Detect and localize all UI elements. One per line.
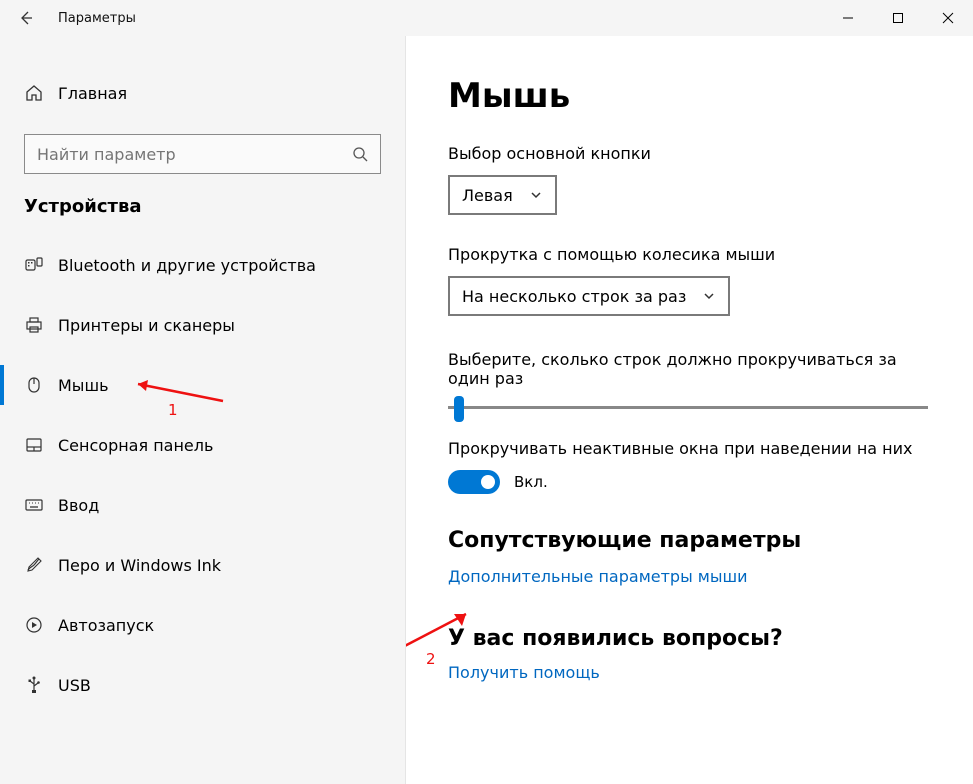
sidebar-home-label: Главная [58,84,127,103]
search-input[interactable] [37,145,350,164]
sidebar-item-label: Сенсорная панель [58,436,213,455]
keyboard-icon [24,495,58,515]
minimize-icon [842,12,854,24]
sidebar-item-usb[interactable]: USB [0,655,405,715]
toggle-knob [481,475,495,489]
search-box[interactable] [24,134,381,174]
inactive-scroll-toggle[interactable] [448,470,500,494]
pen-icon [24,555,58,575]
sidebar-item-label: Ввод [58,496,99,515]
lines-per-scroll-label: Выберите, сколько строк должно прокручив… [448,350,931,388]
content-pane: Мышь Выбор основной кнопки Левая Прокрут… [405,36,973,784]
related-heading: Сопутствующие параметры [448,528,931,553]
primary-button-label: Выбор основной кнопки [448,144,931,163]
sidebar-item-mouse[interactable]: Мышь [0,355,405,415]
get-help-link[interactable]: Получить помощь [448,663,600,682]
maximize-button[interactable] [873,0,923,36]
inactive-scroll-label: Прокручивать неактивные окна при наведен… [448,439,931,458]
primary-button-value: Левая [462,186,513,205]
minimize-button[interactable] [823,0,873,36]
slider-thumb[interactable] [454,396,464,422]
page-title: Мышь [448,76,931,116]
titlebar: Параметры [0,0,973,36]
search-icon [350,146,370,162]
additional-mouse-options-link[interactable]: Дополнительные параметры мыши [448,567,748,586]
chevron-down-icon [702,289,716,303]
sidebar-item-printers[interactable]: Принтеры и сканеры [0,295,405,355]
maximize-icon [892,12,904,24]
touchpad-icon [24,435,58,455]
sidebar-item-typing[interactable]: Ввод [0,475,405,535]
wheel-scroll-select[interactable]: На несколько строк за раз [448,276,730,316]
primary-button-select[interactable]: Левая [448,175,557,215]
printer-icon [24,315,58,335]
usb-icon [24,675,58,695]
chevron-down-icon [529,188,543,202]
sidebar-item-bluetooth[interactable]: Bluetooth и другие устройства [0,235,405,295]
bluetooth-devices-icon [24,255,58,275]
wheel-scroll-label: Прокрутка с помощью колесика мыши [448,245,931,264]
sidebar-item-label: Перо и Windows Ink [58,556,221,575]
sidebar-home[interactable]: Главная [0,68,405,118]
close-icon [942,12,954,24]
back-button[interactable] [0,0,52,36]
inactive-scroll-state: Вкл. [514,473,548,491]
home-icon [24,83,58,103]
lines-per-scroll-slider[interactable] [448,406,928,409]
sidebar-item-label: Автозапуск [58,616,154,635]
autoplay-icon [24,615,58,635]
sidebar-item-label: Мышь [58,376,109,395]
sidebar: Главная Устройства Bluetooth и другие ус… [0,36,405,784]
annotation-label-2: 2 [426,650,436,668]
back-arrow-icon [18,10,34,26]
window-title: Параметры [52,11,823,26]
sidebar-item-label: USB [58,676,91,695]
mouse-icon [24,375,58,395]
questions-heading: У вас появились вопросы? [448,626,931,651]
sidebar-item-pen[interactable]: Перо и Windows Ink [0,535,405,595]
sidebar-item-touchpad[interactable]: Сенсорная панель [0,415,405,475]
wheel-scroll-value: На несколько строк за раз [462,287,686,306]
sidebar-item-label: Bluetooth и другие устройства [58,256,316,275]
close-button[interactable] [923,0,973,36]
sidebar-section-label: Устройства [0,196,405,217]
sidebar-item-label: Принтеры и сканеры [58,316,235,335]
sidebar-item-autoplay[interactable]: Автозапуск [0,595,405,655]
